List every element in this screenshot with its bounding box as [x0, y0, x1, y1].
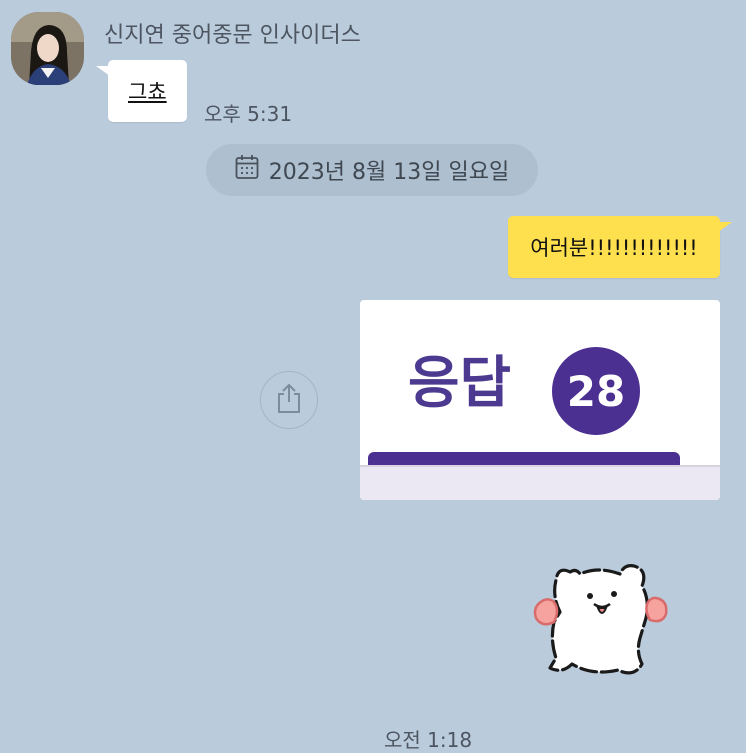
incoming-message-time: 오후 5:31 — [204, 102, 293, 126]
date-divider: 2023년 8월 13일 일요일 — [206, 144, 538, 196]
calendar-icon — [235, 154, 259, 186]
image-tab-indicator — [368, 452, 680, 466]
image-message[interactable]: 응답 28 — [360, 300, 720, 500]
message-time: 오전 1:18 — [384, 728, 473, 752]
share-icon — [274, 382, 304, 418]
white-puppy-sticker[interactable] — [528, 560, 674, 686]
image-response-label: 응답 — [408, 351, 512, 416]
image-response-count-badge: 28 — [552, 347, 640, 435]
outgoing-message-bubble[interactable]: 여러분!!!!!!!!!!!!! — [508, 216, 732, 278]
sender-name: 신지연 중어중문 인사이더스 — [104, 23, 361, 48]
outgoing-message-text: 여러분!!!!!!!!!!!!! — [530, 236, 698, 260]
share-button[interactable] — [260, 371, 318, 429]
sender-avatar[interactable] — [11, 12, 84, 85]
date-label: 2023년 8월 13일 일요일 — [268, 160, 510, 185]
image-footer — [360, 467, 720, 500]
incoming-message-bubble[interactable]: 그쵸 — [96, 60, 187, 122]
incoming-message-text: 그쵸 — [128, 80, 167, 104]
